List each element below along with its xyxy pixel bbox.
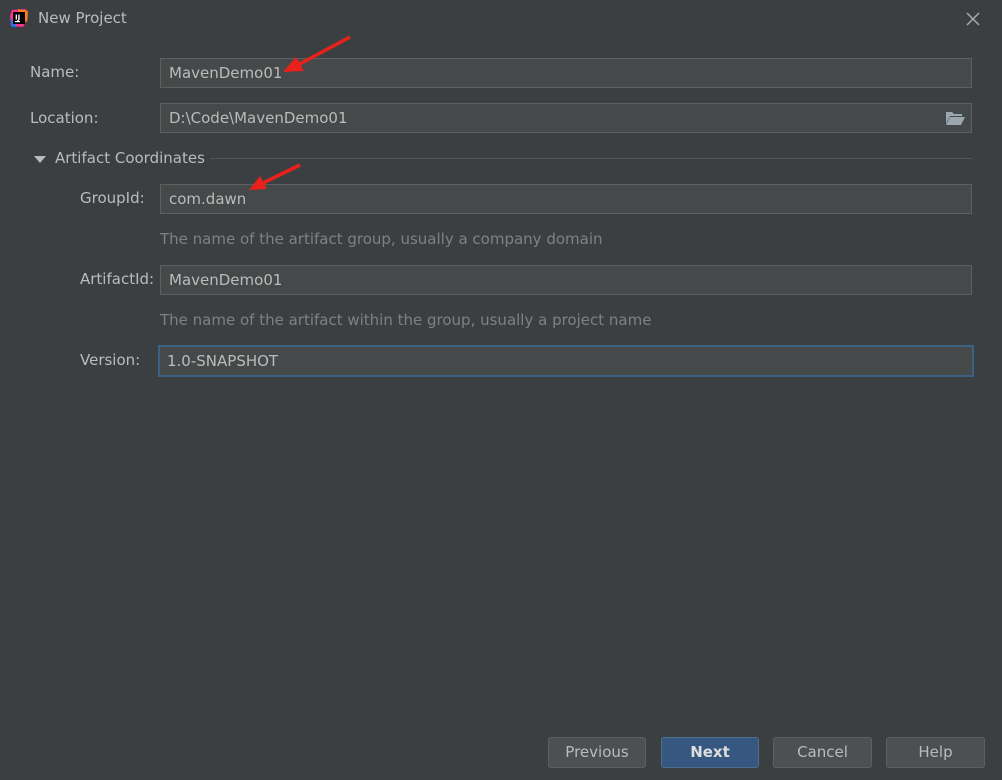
artifactid-label: ArtifactId: — [80, 270, 155, 288]
version-field[interactable] — [158, 345, 974, 377]
title-bar: IJ New Project — [0, 0, 1002, 38]
svg-text:IJ: IJ — [15, 14, 20, 22]
cancel-button[interactable]: Cancel — [773, 737, 872, 768]
window-title: New Project — [38, 9, 127, 27]
name-field[interactable] — [160, 58, 972, 88]
location-label: Location: — [30, 109, 99, 127]
close-icon[interactable] — [962, 8, 984, 30]
name-label: Name: — [30, 63, 80, 81]
next-button[interactable]: Next — [661, 737, 759, 768]
groupid-label: GroupId: — [80, 189, 145, 207]
artifactid-field[interactable] — [160, 265, 972, 295]
artifactid-hint: The name of the artifact within the grou… — [160, 311, 652, 329]
groupid-field[interactable] — [160, 184, 972, 214]
artifact-coordinates-title[interactable]: Artifact Coordinates — [55, 149, 205, 167]
previous-button[interactable]: Previous — [548, 737, 646, 768]
groupid-hint: The name of the artifact group, usually … — [160, 230, 603, 248]
location-field[interactable] — [160, 103, 972, 133]
help-button[interactable]: Help — [886, 737, 985, 768]
intellij-idea-icon: IJ — [10, 9, 28, 27]
section-divider — [210, 158, 972, 159]
collapse-triangle-icon[interactable] — [33, 152, 47, 166]
version-label: Version: — [80, 351, 141, 369]
folder-open-icon[interactable] — [944, 108, 966, 128]
